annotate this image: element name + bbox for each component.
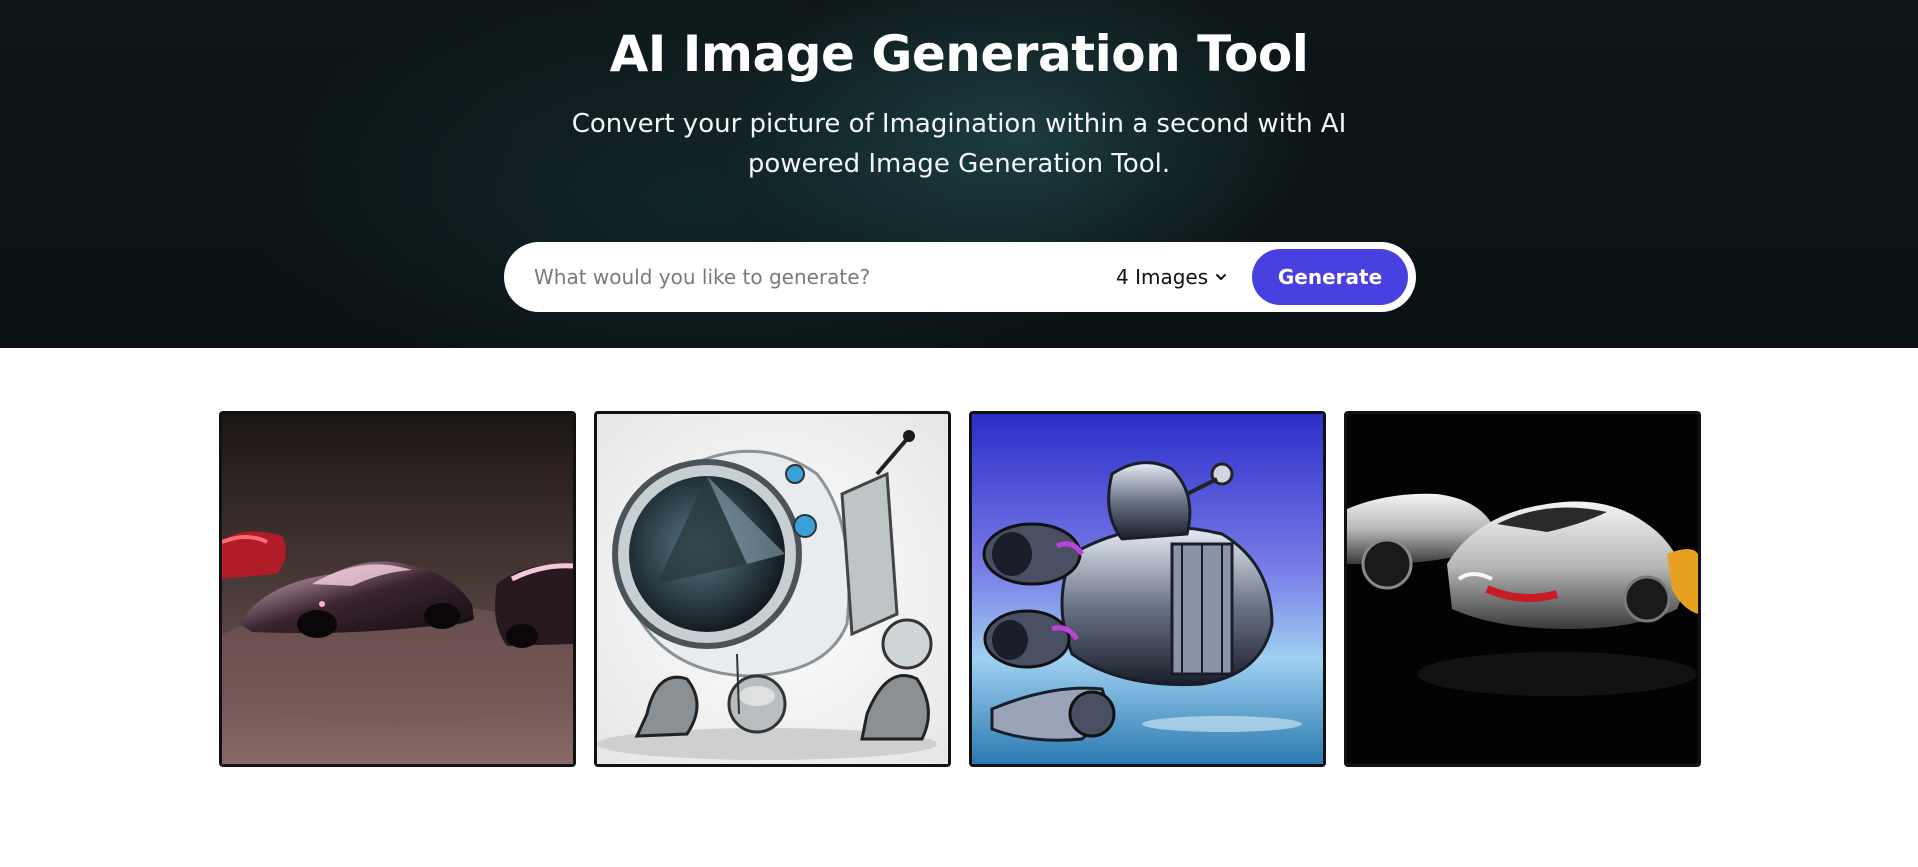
prompt-input[interactable]	[532, 259, 1052, 295]
robot-image	[597, 414, 948, 764]
generate-button[interactable]: Generate	[1252, 249, 1408, 305]
prompt-bar: 4 Images Generate	[504, 242, 1416, 312]
page-title: AI Image Generation Tool	[609, 25, 1309, 83]
gallery-image-4[interactable]	[1344, 411, 1701, 767]
gallery-image-2[interactable]	[594, 411, 951, 767]
sports-car-image	[222, 414, 573, 764]
chevron-down-icon	[1216, 274, 1227, 280]
page-subtitle: Convert your picture of Imagination with…	[571, 109, 1347, 179]
image-count-value: 4 Images	[1116, 265, 1209, 289]
concept-cars-image	[1347, 414, 1698, 764]
image-gallery	[219, 411, 1701, 767]
gallery-image-1[interactable]	[219, 411, 576, 767]
gallery-image-3[interactable]	[969, 411, 1326, 767]
hero-banner: AI Image Generation Tool Convert your pi…	[0, 0, 1918, 348]
image-count-select[interactable]: 4 Images	[1116, 262, 1228, 292]
spaceship-image	[972, 414, 1323, 764]
